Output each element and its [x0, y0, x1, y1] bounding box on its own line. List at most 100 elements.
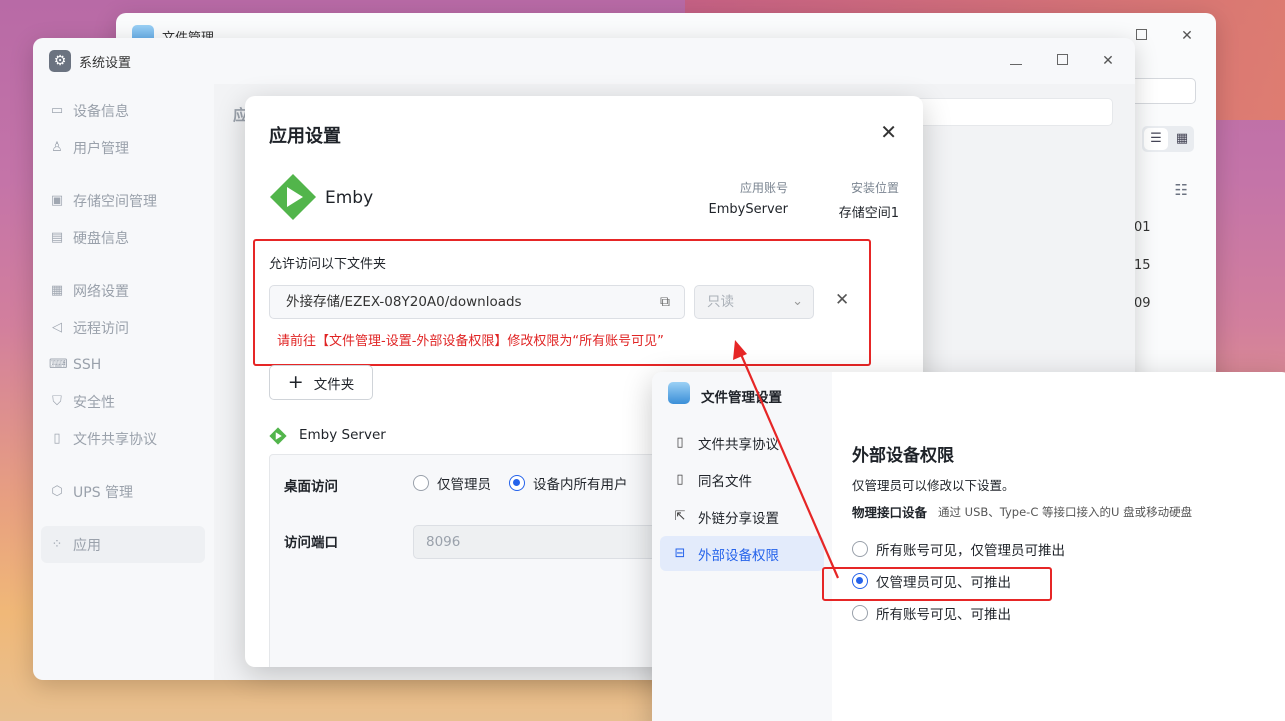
minimize-icon — [1010, 64, 1022, 65]
sidebar-item-file-share[interactable]: ▯ 文件共享协议 — [660, 425, 824, 460]
highlight-box — [253, 239, 871, 366]
maximize-button[interactable] — [1053, 53, 1071, 69]
subheading-description: 通过 USB、Type-C 等接口接入的U 盘或移动硬盘 — [938, 505, 1193, 519]
close-button[interactable]: ✕ — [1099, 53, 1117, 69]
sidebar-item-label: 同名文件 — [698, 473, 752, 490]
sidebar-item-users[interactable]: ♙ 用户管理 — [41, 129, 205, 166]
ups-icon: ⬡ — [51, 484, 63, 499]
sidebar-item-disks[interactable]: ▤ 硬盘信息 — [41, 219, 205, 256]
row-value: 15 — [1134, 258, 1151, 273]
emby-service-icon — [269, 427, 287, 445]
sidebar-item-device-info[interactable]: ▭ 设备信息 — [41, 92, 205, 129]
radio-all-visible-admin-eject[interactable]: 所有账号可见，仅管理员可推出 — [852, 539, 1065, 559]
port-input[interactable]: 8096 — [413, 525, 683, 559]
add-folder-button[interactable]: + 文件夹 — [269, 365, 373, 400]
plus-icon: + — [287, 371, 304, 393]
radio-label: 设备内所有用户 — [533, 477, 628, 493]
radio-label: 所有账号可见、可推出 — [876, 607, 1011, 623]
sidebar-item-label: 存储空间管理 — [73, 193, 157, 210]
sidebar-item-label: 外部设备权限 — [698, 547, 779, 564]
sidebar-item-label: 硬盘信息 — [73, 230, 129, 247]
radio-admin-only[interactable]: 仅管理员 — [413, 473, 491, 493]
account-label: 应用账号 — [739, 181, 788, 195]
sidebar-item-file-share[interactable]: ▯ 文件共享协议 — [41, 420, 205, 457]
radio-icon — [413, 475, 429, 491]
location-value: 存储空间1 — [838, 206, 899, 221]
sidebar-item-label: 用户管理 — [73, 140, 129, 157]
apps-icon: ⁘ — [51, 537, 63, 552]
user-icon: ♙ — [51, 140, 63, 155]
ssh-icon: ⌨ — [49, 357, 68, 372]
sidebar-item-network[interactable]: ▦ 网络设置 — [41, 272, 205, 309]
file-settings-content: 外部设备权限 仅管理员可以修改以下设置。 物理接口设备 通过 USB、Type-… — [822, 417, 1285, 721]
account-value: EmbyServer — [708, 202, 788, 217]
port-label: 访问端口 — [284, 535, 338, 551]
shield-icon: ⛉ — [52, 394, 62, 409]
radio-all-users[interactable]: 设备内所有用户 — [509, 473, 628, 493]
sidebar-item-storage[interactable]: ▣ 存储空间管理 — [41, 182, 205, 219]
admin-note: 仅管理员可以修改以下设置。 — [852, 478, 1015, 493]
maximize-icon — [1135, 29, 1147, 40]
disk-icon: ▤ — [50, 230, 64, 245]
close-icon[interactable]: ✕ — [880, 120, 897, 144]
file-settings-window: 文件管理设置 ▯ 文件共享协议 ▯ 同名文件 ⇱ 外链分享设置 ⊟ 外部设备权限 外部设… — [652, 372, 1285, 721]
row-value: 01 — [1134, 220, 1151, 235]
settings-sidebar: ▭ 设备信息 ♙ 用户管理 ▣ 存储空间管理 ▤ 硬盘信息 ▦ 网络设置 ◁ 远程访问 ⌨ S… — [33, 84, 213, 680]
add-folder-label: 文件夹 — [313, 376, 355, 393]
sidebar-item-external-device[interactable]: ⊟ 外部设备权限 — [660, 536, 824, 571]
external-link-icon: ⇱ — [674, 509, 686, 524]
subheading: 物理接口设备 — [852, 505, 928, 520]
row-value: 09 — [1134, 296, 1151, 311]
share-icon: ▯ — [676, 435, 684, 450]
minimize-button[interactable] — [1007, 53, 1025, 69]
sidebar-item-same-name[interactable]: ▯ 同名文件 — [660, 462, 824, 497]
service-name: Emby Server — [299, 427, 386, 443]
close-button[interactable]: ✕ — [1178, 28, 1196, 44]
folder-app-icon — [668, 382, 690, 404]
sidebar-item-ups[interactable]: ⬡ UPS 管理 — [41, 473, 205, 510]
drive-icon: ⊟ — [674, 546, 686, 561]
radio-icon — [852, 605, 868, 621]
sidebar-item-label: 外链分享设置 — [698, 510, 779, 527]
file-settings-title: 文件管理设置 — [701, 390, 782, 406]
highlight-box — [822, 567, 1052, 601]
file-settings-sidebar: 文件管理设置 ▯ 文件共享协议 ▯ 同名文件 ⇱ 外链分享设置 ⊟ 外部设备权限 — [652, 372, 832, 721]
gear-icon: ⚙ — [49, 50, 71, 72]
sidebar-item-security[interactable]: ⛉ 安全性 — [41, 383, 205, 420]
list-view-icon[interactable]: ☰ — [1144, 128, 1168, 150]
maximize-icon — [1056, 54, 1068, 65]
app-name: Emby — [325, 188, 374, 208]
info-icon: ▭ — [50, 103, 64, 118]
dialog-title: 应用设置 — [269, 126, 341, 147]
radio-all-visible-all-eject[interactable]: 所有账号可见、可推出 — [852, 603, 1011, 623]
sidebar-item-label: 文件共享协议 — [73, 431, 157, 448]
sidebar-item-label: 远程访问 — [73, 320, 129, 337]
sidebar-item-label: 设备信息 — [73, 103, 129, 120]
system-settings-window-controls: ✕ — [1007, 38, 1117, 84]
radio-selected-icon — [509, 475, 525, 491]
radio-label: 仅管理员 — [437, 477, 491, 493]
emby-logo-icon — [270, 174, 316, 220]
sidebar-item-label: SSH — [73, 356, 102, 373]
app-location: 安装位置 存储空间1 — [839, 179, 899, 221]
file-icon: ▯ — [676, 472, 684, 487]
radio-icon — [852, 541, 868, 557]
sidebar-item-apps[interactable]: ⁘ 应用 — [41, 526, 205, 563]
sidebar-item-label: 安全性 — [73, 394, 115, 411]
desktop-access-label: 桌面访问 — [284, 479, 338, 495]
grid-view-icon[interactable]: ▦ — [1170, 126, 1194, 152]
sidebar-item-remote[interactable]: ◁ 远程访问 — [41, 309, 205, 346]
sort-settings-icon[interactable]: ☷ — [1175, 181, 1188, 199]
system-settings-titlebar: ⚙ 系统设置 — [33, 38, 1135, 84]
location-label: 安装位置 — [850, 181, 899, 195]
storage-icon: ▣ — [50, 193, 64, 208]
settings-search-bar[interactable] — [913, 98, 1113, 126]
sidebar-item-external-link[interactable]: ⇱ 外链分享设置 — [660, 499, 824, 534]
view-mode-toggle[interactable]: ☰ ▦ — [1142, 126, 1194, 152]
radio-label: 所有账号可见，仅管理员可推出 — [876, 543, 1065, 559]
sidebar-item-label: UPS 管理 — [73, 484, 134, 501]
sidebar-item-ssh[interactable]: ⌨ SSH — [41, 346, 205, 383]
remote-icon: ◁ — [52, 320, 62, 335]
share-icon: ▯ — [53, 431, 61, 446]
sidebar-item-label: 应用 — [73, 537, 101, 554]
